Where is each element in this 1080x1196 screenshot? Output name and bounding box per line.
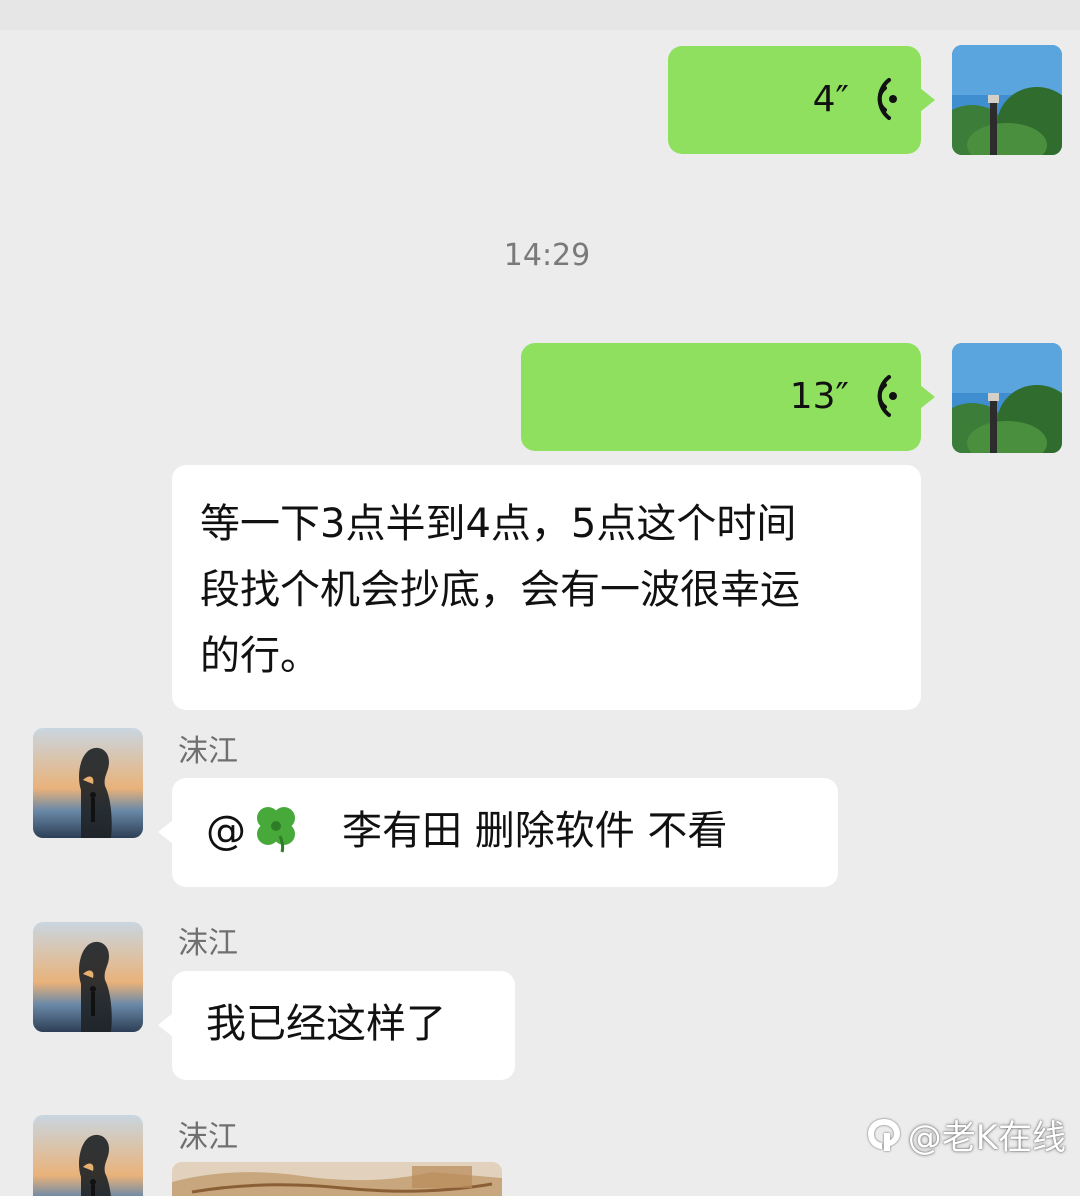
image-message-thumbnail[interactable] (172, 1162, 502, 1196)
contact-avatar[interactable] (33, 728, 143, 838)
contact-avatar[interactable] (33, 922, 143, 1032)
silhouette-sunset-avatar-icon (33, 922, 143, 1032)
voice-wave-icon (877, 78, 897, 120)
message-text: 我已经这样了 (206, 1001, 446, 1047)
watermark: @老K在线 (864, 1110, 1066, 1159)
silhouette-sunset-avatar-icon (33, 728, 143, 838)
mention-prefix: @ (206, 808, 246, 854)
my-avatar[interactable] (952, 343, 1062, 453)
landscape-tree-avatar-icon (952, 45, 1062, 155)
message-line: 段找个机会抄底，会有一波很幸运 (200, 567, 800, 613)
message-bubble[interactable]: 等一下3点半到4点，5点这个时间 段找个机会抄底，会有一波很幸运 的行。 (172, 465, 921, 710)
sender-name: 沫江 (178, 926, 238, 961)
sender-name: 沫江 (178, 1120, 238, 1155)
photo-preview-icon (172, 1162, 502, 1196)
chat-timestamp: 14:29 (503, 238, 591, 273)
silhouette-sunset-avatar-icon (33, 1115, 143, 1196)
my-avatar[interactable] (952, 45, 1062, 155)
top-status-strip (0, 0, 1080, 30)
message-text: 李有田 删除软件 不看 (342, 808, 728, 854)
landscape-tree-avatar-icon (952, 343, 1062, 453)
platform-logo-icon (867, 1118, 900, 1151)
voice-wave-icon (877, 375, 897, 417)
message-bubble[interactable]: @ 李有田 删除软件 不看 (158, 778, 838, 887)
message-bubble[interactable]: 我已经这样了 (158, 971, 515, 1080)
contact-avatar[interactable] (33, 1115, 143, 1196)
message-line: 等一下3点半到4点，5点这个时间 (200, 501, 797, 547)
sender-name: 沫江 (178, 734, 238, 769)
message-line: 的行。 (200, 633, 320, 679)
voice-message-bubble[interactable]: 13″ (521, 343, 935, 451)
watermark-text: @老K在线 (907, 1118, 1066, 1158)
voice-message-bubble[interactable]: 4″ (668, 46, 935, 154)
voice-duration: 4″ (812, 79, 849, 120)
four-leaf-clover-icon (257, 807, 295, 853)
voice-duration: 13″ (789, 376, 849, 417)
